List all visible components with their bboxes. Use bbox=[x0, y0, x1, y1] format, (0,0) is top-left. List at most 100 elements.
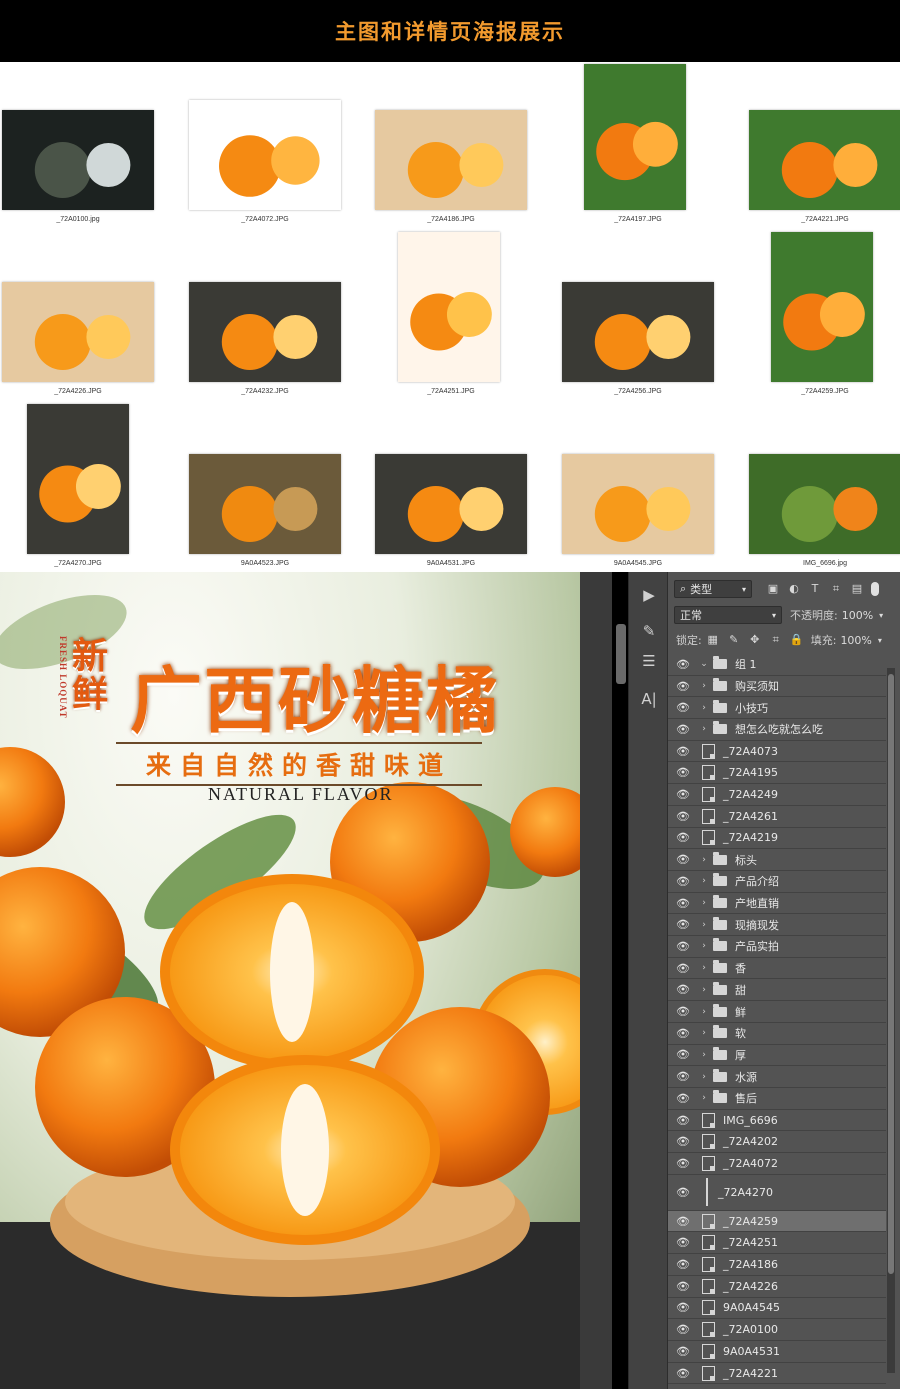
layer-row[interactable]: 👁 › 软 bbox=[668, 1023, 886, 1045]
eye-icon[interactable]: 👁 bbox=[672, 1070, 694, 1083]
eye-icon[interactable]: 👁 bbox=[672, 940, 694, 953]
layer-row[interactable]: 👁 › 厚 bbox=[668, 1045, 886, 1067]
chevron-right-icon[interactable]: › bbox=[698, 681, 710, 691]
layer-row[interactable]: 👁 › 现摘现发 bbox=[668, 914, 886, 937]
chevron-right-icon[interactable]: › bbox=[698, 855, 710, 865]
thumbnail[interactable] bbox=[189, 100, 341, 210]
adjustment-filter-icon[interactable]: ◐ bbox=[787, 582, 801, 596]
opacity-value[interactable]: 100% bbox=[842, 609, 873, 622]
chevron-down-icon[interactable]: ▾ bbox=[879, 611, 883, 620]
chevron-right-icon[interactable]: › bbox=[698, 1007, 710, 1017]
play-icon[interactable]: ▶ bbox=[637, 584, 661, 606]
character-icon[interactable]: A| bbox=[637, 688, 661, 710]
thumbnail[interactable] bbox=[562, 282, 714, 382]
eye-icon[interactable]: 👁 bbox=[672, 1367, 694, 1380]
brush-settings-icon[interactable]: ✎ bbox=[637, 620, 661, 642]
layer-row[interactable]: 👁 › 甜 bbox=[668, 980, 886, 1002]
thumbnail[interactable] bbox=[562, 454, 714, 554]
artboard-icon[interactable]: ⌗ bbox=[769, 633, 783, 647]
fill-value[interactable]: 100% bbox=[840, 634, 871, 647]
eye-icon[interactable]: 👁 bbox=[672, 831, 694, 844]
eye-icon[interactable]: 👁 bbox=[672, 680, 694, 693]
eye-icon[interactable]: 👁 bbox=[672, 766, 694, 779]
eye-icon[interactable]: 👁 bbox=[672, 745, 694, 758]
thumbnail[interactable] bbox=[189, 454, 341, 554]
chevron-right-icon[interactable]: › bbox=[698, 941, 710, 951]
eye-icon[interactable]: 👁 bbox=[672, 1027, 694, 1040]
eye-icon[interactable]: 👁 bbox=[672, 897, 694, 910]
thumbnail[interactable] bbox=[2, 110, 154, 210]
eye-icon[interactable]: 👁 bbox=[672, 1048, 694, 1061]
chevron-right-icon[interactable]: › bbox=[698, 963, 710, 973]
thumbnail[interactable] bbox=[398, 232, 500, 382]
layer-row[interactable]: 👁 _72A4202 bbox=[668, 1131, 886, 1154]
layer-row[interactable]: 👁 ⌄ 组 1 bbox=[668, 654, 886, 676]
layer-row[interactable]: 👁 › 小技巧 bbox=[668, 697, 886, 720]
eye-icon[interactable]: 👁 bbox=[672, 701, 694, 714]
layers-scrollbar[interactable] bbox=[887, 668, 895, 1373]
layers-scrollbar-thumb[interactable] bbox=[888, 674, 894, 1274]
layer-row[interactable]: 👁 _72A4270 bbox=[668, 1175, 886, 1211]
thumbnail[interactable] bbox=[749, 454, 900, 554]
blend-mode-select[interactable]: 正常 ▾ bbox=[674, 606, 782, 624]
layer-row[interactable]: 👁 _72A4221 bbox=[668, 1363, 886, 1385]
eye-icon[interactable]: 👁 bbox=[672, 875, 694, 888]
thumbnail[interactable] bbox=[2, 282, 154, 382]
layer-row[interactable]: 👁 › 想怎么吃就怎么吃 bbox=[668, 719, 886, 741]
thumbnail[interactable] bbox=[749, 110, 900, 210]
layer-row[interactable]: 👁 › 标头 bbox=[668, 849, 886, 871]
chevron-right-icon[interactable]: › bbox=[698, 876, 710, 886]
layer-row[interactable]: 👁 _72A4249 bbox=[668, 784, 886, 806]
chevron-right-icon[interactable]: › bbox=[698, 985, 710, 995]
chevron-right-icon[interactable]: › bbox=[698, 920, 710, 930]
lock-move-icon[interactable]: ✥ bbox=[748, 633, 762, 647]
eye-icon[interactable]: 👁 bbox=[672, 1215, 694, 1228]
thumbnail[interactable] bbox=[375, 110, 527, 210]
eye-icon[interactable]: 👁 bbox=[672, 1135, 694, 1148]
eye-icon[interactable]: 👁 bbox=[672, 1114, 694, 1127]
eye-icon[interactable]: 👁 bbox=[672, 723, 694, 736]
layer-row[interactable]: 👁 › 香 bbox=[668, 958, 886, 980]
eye-icon[interactable]: 👁 bbox=[672, 1186, 694, 1199]
chevron-right-icon[interactable]: › bbox=[698, 1093, 710, 1103]
lock-pixels-icon[interactable]: ▦ bbox=[706, 633, 720, 647]
eye-icon[interactable]: 👁 bbox=[672, 1236, 694, 1249]
chevron-right-icon[interactable]: › bbox=[698, 898, 710, 908]
thumbnail[interactable] bbox=[189, 282, 341, 382]
eye-icon[interactable]: 👁 bbox=[672, 1157, 694, 1170]
chevron-right-icon[interactable]: › bbox=[698, 1072, 710, 1082]
layer-row[interactable]: 👁 _72A4251 bbox=[668, 1233, 886, 1255]
layer-row[interactable]: 👁 › 产品实拍 bbox=[668, 936, 886, 958]
eye-icon[interactable]: 👁 bbox=[672, 810, 694, 823]
layer-row[interactable]: 👁 9A0A4545 bbox=[668, 1298, 886, 1320]
thumbnail[interactable] bbox=[584, 64, 686, 210]
eye-icon[interactable]: 👁 bbox=[672, 1092, 694, 1105]
layer-row[interactable]: 👁 9A0A4531 bbox=[668, 1341, 886, 1363]
layer-row[interactable]: 👁 _72A4219 bbox=[668, 828, 886, 850]
eye-icon[interactable]: 👁 bbox=[672, 1345, 694, 1358]
layer-row[interactable]: 👁 _72A4261 bbox=[668, 806, 886, 828]
layer-filter-select[interactable]: ⌕ 类型 ▾ bbox=[674, 580, 752, 598]
thumbnail[interactable] bbox=[375, 454, 527, 554]
chevron-right-icon[interactable]: › bbox=[698, 1028, 710, 1038]
layer-row[interactable]: 👁 _72A4073 bbox=[668, 741, 886, 763]
image-filter-icon[interactable]: ▣ bbox=[766, 582, 780, 596]
chevron-right-icon[interactable]: › bbox=[698, 724, 710, 734]
thumbnail[interactable] bbox=[771, 232, 873, 382]
layer-row[interactable]: 👁 _72A4259 bbox=[668, 1210, 886, 1233]
layer-row[interactable]: 👁 › 水源 bbox=[668, 1066, 886, 1088]
chevron-down-icon[interactable]: ▾ bbox=[878, 636, 882, 645]
lock-brush-icon[interactable]: ✎ bbox=[727, 633, 741, 647]
eye-icon[interactable]: 👁 bbox=[672, 658, 694, 671]
chevron-right-icon[interactable]: › bbox=[698, 703, 710, 713]
eye-icon[interactable]: 👁 bbox=[672, 983, 694, 996]
lock-icon[interactable]: 🔒 bbox=[790, 633, 804, 647]
canvas-scrollbar[interactable] bbox=[616, 624, 626, 684]
layer-row[interactable]: 👁 _72A4072 bbox=[668, 1153, 886, 1175]
thumbnail[interactable] bbox=[27, 404, 129, 554]
eye-icon[interactable]: 👁 bbox=[672, 1258, 694, 1271]
smart-filter-icon[interactable]: ▤ bbox=[850, 582, 864, 596]
eye-icon[interactable]: 👁 bbox=[672, 918, 694, 931]
layer-row[interactable]: 👁 › 产地直销 bbox=[668, 893, 886, 915]
eye-icon[interactable]: 👁 bbox=[672, 962, 694, 975]
